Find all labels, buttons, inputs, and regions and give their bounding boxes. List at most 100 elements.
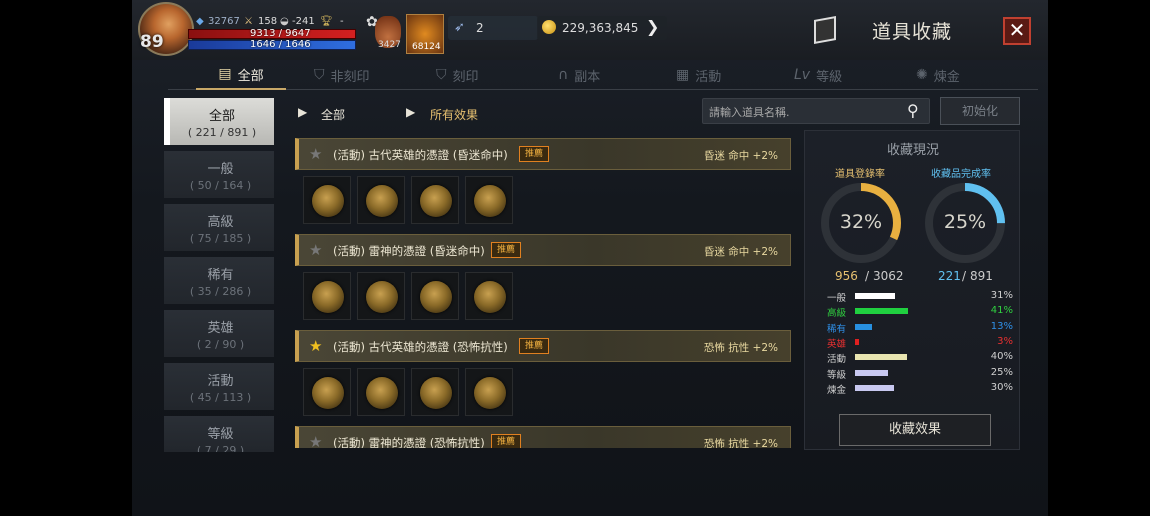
star-icon[interactable]: ★ bbox=[309, 433, 322, 448]
skill-count: 68124 bbox=[412, 42, 441, 52]
close-button[interactable]: ✕ bbox=[1003, 17, 1031, 45]
legend-row: 活動 40% bbox=[827, 351, 1013, 365]
legend-bar bbox=[855, 384, 894, 391]
star-icon[interactable]: ★ bbox=[309, 241, 322, 259]
coin-icon bbox=[420, 377, 452, 409]
coin-icon bbox=[366, 281, 398, 313]
item-slot[interactable] bbox=[357, 272, 405, 320]
stat-b: -241 bbox=[292, 16, 315, 27]
item-slot[interactable] bbox=[465, 272, 513, 320]
potion-count: 3427 bbox=[378, 40, 401, 50]
star-icon[interactable]: ★ bbox=[309, 337, 322, 355]
combat-power-icon: ◆ bbox=[196, 16, 204, 27]
stat-c: - bbox=[340, 16, 344, 27]
item-name: (活動) 雷神的憑證 (恐怖抗性) bbox=[333, 436, 485, 448]
gift-icon: ▦ bbox=[676, 67, 690, 83]
tab-non-engraved[interactable]: ⛉ 非刻印 bbox=[314, 60, 370, 90]
ring2-label: 收藏品完成率 bbox=[931, 169, 991, 180]
item-slot[interactable] bbox=[411, 368, 459, 416]
item-slot[interactable] bbox=[465, 176, 513, 224]
category-count: ( 221 / 891 ) bbox=[187, 126, 257, 139]
item-name: (活動) 雷神的憑證 (昏迷命中) bbox=[333, 244, 485, 258]
tab-label: 副本 bbox=[574, 69, 601, 85]
coin-icon bbox=[474, 377, 506, 409]
legend-bar bbox=[855, 354, 907, 361]
item-slot[interactable] bbox=[303, 176, 351, 224]
item-name: (活動) 古代英雄的憑證 (恐怖抗性) bbox=[333, 340, 508, 354]
legend-row: 等級 25% bbox=[827, 367, 1013, 381]
panel-title: 收藏現況 bbox=[886, 143, 939, 158]
tab-alchemy[interactable]: ✺ 煉金 bbox=[916, 60, 960, 90]
legend-name: 煉金 bbox=[827, 384, 847, 396]
book-icon bbox=[814, 16, 836, 44]
ring-value: 25% bbox=[943, 211, 987, 233]
lv-icon: Lv bbox=[794, 67, 811, 83]
tab-bar: ▤ 全部 ⛉ 非刻印 ⛉ 刻印 ∩ 副本 ▦ 活動 Lv 等級 ✺ 煉金 bbox=[168, 60, 1038, 90]
star-icon[interactable]: ★ bbox=[309, 145, 322, 163]
coin-icon bbox=[474, 185, 506, 217]
tab-dungeon[interactable]: ∩ 副本 bbox=[558, 60, 600, 90]
item-slot[interactable] bbox=[303, 368, 351, 416]
list-item[interactable]: ★ (活動) 古代英雄的憑證 (恐怖抗性) 推薦 恐怖 抗性 +2% bbox=[295, 330, 791, 362]
category-event[interactable]: 活動 ( 45 / 113 ) bbox=[164, 363, 274, 410]
search-icon[interactable]: ⚲ bbox=[907, 101, 919, 120]
tab-all[interactable]: ▤ 全部 bbox=[196, 60, 286, 90]
category-level[interactable]: 等級 ( 7 / 29 ) bbox=[164, 416, 274, 452]
category-normal[interactable]: 一般 ( 50 / 164 ) bbox=[164, 151, 274, 198]
tab-label: 活動 bbox=[695, 69, 722, 85]
item-slot[interactable] bbox=[357, 176, 405, 224]
tab-event[interactable]: ▦ 活動 bbox=[676, 60, 721, 90]
chevron-right-icon[interactable]: ❯ bbox=[646, 17, 659, 36]
slash: / bbox=[865, 269, 870, 283]
recommend-badge: 推薦 bbox=[491, 434, 522, 448]
search-input[interactable] bbox=[709, 102, 899, 122]
item-effect: 昏迷 命中 +2% bbox=[703, 150, 778, 162]
search-box: ⚲ bbox=[702, 98, 930, 124]
item-slot[interactable] bbox=[357, 368, 405, 416]
tab-label: 等級 bbox=[816, 69, 843, 85]
tab-level[interactable]: Lv 等級 bbox=[794, 60, 842, 90]
category-count: ( 35 / 286 ) bbox=[189, 285, 252, 298]
list-item[interactable]: ★ (活動) 雷神的憑證 (昏迷命中) 推薦 昏迷 命中 +2% bbox=[295, 234, 791, 266]
collection-effect-button[interactable]: 收藏效果 bbox=[839, 414, 991, 446]
list-item[interactable]: ★ (活動) 雷神的憑證 (恐怖抗性) 推薦 恐怖 抗性 +2% bbox=[295, 426, 791, 448]
reset-button[interactable]: 初始化 bbox=[940, 97, 1020, 125]
legend-name: 等級 bbox=[827, 369, 847, 381]
legend-name: 高級 bbox=[827, 308, 847, 320]
list-item[interactable]: ★ (活動) 古代英雄的憑證 (昏迷命中) 推薦 昏迷 命中 +2% bbox=[295, 138, 791, 170]
close-icon: ✕ bbox=[1008, 18, 1026, 42]
recommend-badge: 推薦 bbox=[491, 242, 522, 258]
category-rare[interactable]: 稀有 ( 35 / 286 ) bbox=[164, 257, 274, 304]
legend-row: 高級 41% bbox=[827, 305, 1013, 319]
item-slot[interactable] bbox=[303, 272, 351, 320]
shield-icon: ⛉ bbox=[314, 67, 325, 83]
item-effect: 恐怖 抗性 +2% bbox=[703, 342, 778, 354]
mp-text: 1646 / 1646 bbox=[250, 39, 311, 50]
gold-value: 229,363,845 bbox=[562, 21, 639, 35]
category-advanced[interactable]: 高級 ( 75 / 185 ) bbox=[164, 204, 274, 251]
scroll-icon: ▤ bbox=[218, 66, 232, 82]
legend-bar bbox=[855, 338, 859, 345]
legend-percent: 41% bbox=[990, 305, 1013, 317]
legend-name: 活動 bbox=[827, 354, 847, 366]
gold-coin-icon bbox=[542, 20, 556, 34]
stat-a: 158 bbox=[258, 16, 278, 27]
breadcrumb-all[interactable]: 全部 bbox=[321, 106, 345, 123]
ring1-count: 956 bbox=[835, 269, 858, 283]
item-slot[interactable] bbox=[465, 368, 513, 416]
recommend-badge: 推薦 bbox=[519, 146, 550, 162]
coin-icon bbox=[474, 281, 506, 313]
category-hero[interactable]: 英雄 ( 2 / 90 ) bbox=[164, 310, 274, 357]
tab-engraved[interactable]: ⛉ 刻印 bbox=[436, 60, 479, 90]
legend-bar bbox=[855, 293, 896, 299]
category-all[interactable]: 全部 ( 221 / 891 ) bbox=[164, 98, 274, 145]
item-slot[interactable] bbox=[411, 176, 459, 224]
legend-row: 稀有 13% bbox=[827, 321, 1013, 335]
breadcrumb-effect[interactable]: 所有效果 bbox=[430, 106, 478, 123]
attack-icon: ⚔ bbox=[244, 16, 253, 27]
tab-label: 非刻印 bbox=[330, 69, 370, 85]
shield-icon: ⛉ bbox=[436, 67, 447, 83]
category-count: ( 7 / 29 ) bbox=[196, 444, 245, 452]
item-slot[interactable] bbox=[411, 272, 459, 320]
category-name: 一般 bbox=[207, 162, 234, 177]
